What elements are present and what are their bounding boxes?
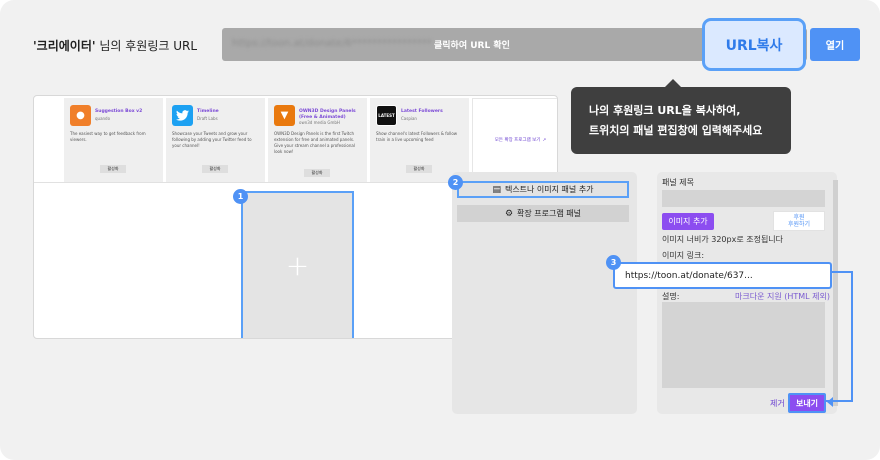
activate-button[interactable]: 활성화: [202, 165, 228, 173]
extension-name: Suggestion Box v2: [95, 109, 143, 114]
step-3-badge: 3: [606, 255, 621, 270]
panel-title-label: 패널 제목: [662, 178, 694, 187]
image-link-label: 이미지 링크:: [662, 251, 705, 260]
extension-author: quando: [95, 116, 111, 121]
arrow-left-icon: [827, 397, 833, 407]
extension-panel-option[interactable]: ⚙ 확장 프로그램 패널: [457, 205, 629, 222]
extension-card[interactable]: ▼ OWN3D Design Panels (Free & Animated) …: [268, 98, 367, 182]
extension-description: The easiest way to get feedback from vie…: [70, 131, 146, 142]
view-all-extensions-link[interactable]: 모든 확장 프로그램 보기 ↗: [472, 98, 557, 182]
extension-author: Caspian: [401, 116, 417, 121]
add-text-image-panel-label: 텍스트나 이미지 패널 추가: [504, 185, 594, 194]
extension-author: Draft Labs: [197, 116, 218, 121]
activate-button[interactable]: 활성화: [304, 169, 330, 177]
image-preview: 후원 후원하기: [773, 211, 825, 231]
add-text-image-panel-option[interactable]: ▤ 텍스트나 이미지 패널 추가: [457, 181, 629, 198]
extension-name: Latest Followers: [401, 109, 443, 114]
twitter-bird-icon: [172, 105, 193, 126]
extension-author: own3d media GmbH: [299, 120, 340, 125]
extension-card[interactable]: Timeline Draft Labs Showcase your Tweets…: [166, 98, 265, 182]
submit-button[interactable]: 보내기: [788, 393, 826, 413]
extension-description: Show channel's latest Followers & follow…: [376, 131, 458, 142]
image-link-input[interactable]: https://toon.at/donate/637...: [613, 262, 832, 289]
tooltip-line-1: 나의 후원링크 URL을 복사하여,: [589, 104, 741, 117]
thumb-line-1: 후원: [793, 214, 805, 221]
text-panel-icon: ▤: [492, 184, 501, 195]
url-reveal-hint[interactable]: 클릭하여 URL 확인: [434, 38, 510, 51]
thumb-line-2: 후원하기: [787, 221, 811, 228]
image-resize-note: 이미지 너비가 320px로 조정됩니다: [662, 235, 784, 244]
tooltip-line-2: 트위치의 패널 편집창에 입력해주세요: [589, 124, 763, 137]
creator-name: '크리에이터': [33, 39, 96, 53]
page-title: '크리에이터' 님의 후원링크 URL: [33, 37, 197, 54]
panel-type-menu: ▤ 텍스트나 이미지 패널 추가 ⚙ 확장 프로그램 패널: [452, 172, 637, 414]
latest-icon: LATEST: [376, 105, 397, 126]
extension-card[interactable]: ● Suggestion Box v2 quando The easiest w…: [64, 98, 163, 182]
extension-description: Showcase your Tweets and grow your follo…: [172, 131, 252, 148]
remove-button[interactable]: 제거: [770, 398, 785, 409]
step-connector-line: [826, 271, 853, 402]
add-panel-button[interactable]: +: [241, 191, 354, 338]
step-1-badge: 1: [233, 189, 248, 204]
external-link-icon: ↗: [542, 137, 547, 143]
step-2-badge: 2: [448, 175, 463, 190]
markdown-hint: 마크다운 지원 (HTML 제외): [735, 292, 831, 301]
activate-button[interactable]: 활성화: [100, 165, 126, 173]
open-url-button[interactable]: 열기: [810, 28, 860, 61]
donation-url-value: https://toon.at/donate/6****************: [232, 38, 432, 49]
view-all-extensions-label: 모든 확장 프로그램 보기: [494, 138, 541, 143]
gear-icon: ⚙: [504, 208, 514, 219]
panel-title-input[interactable]: [662, 190, 825, 207]
copy-instruction-tooltip: 나의 후원링크 URL을 복사하여, 트위치의 패널 편집창에 입력해주세요: [571, 79, 791, 154]
extension-panel-label: 확장 프로그램 패널: [517, 209, 582, 218]
plus-icon: +: [285, 249, 310, 282]
extension-card[interactable]: LATEST Latest Followers Caspian Show cha…: [370, 98, 469, 182]
activate-button[interactable]: 활성화: [406, 165, 432, 173]
description-textarea[interactable]: [662, 302, 825, 388]
add-image-button[interactable]: 이미지 추가: [662, 213, 714, 230]
lightbulb-icon: ●: [70, 105, 91, 126]
extension-list: ● Suggestion Box v2 quando The easiest w…: [64, 98, 557, 182]
own3d-logo-icon: ▼: [274, 105, 295, 126]
description-label: 설명:: [662, 292, 680, 301]
extension-name: Timeline: [197, 109, 219, 114]
extension-description: OWN3D Design Panels is the first Twitch …: [274, 131, 355, 154]
title-suffix: 님의 후원링크 URL: [95, 39, 198, 53]
copy-url-button[interactable]: URL복사: [702, 18, 806, 71]
